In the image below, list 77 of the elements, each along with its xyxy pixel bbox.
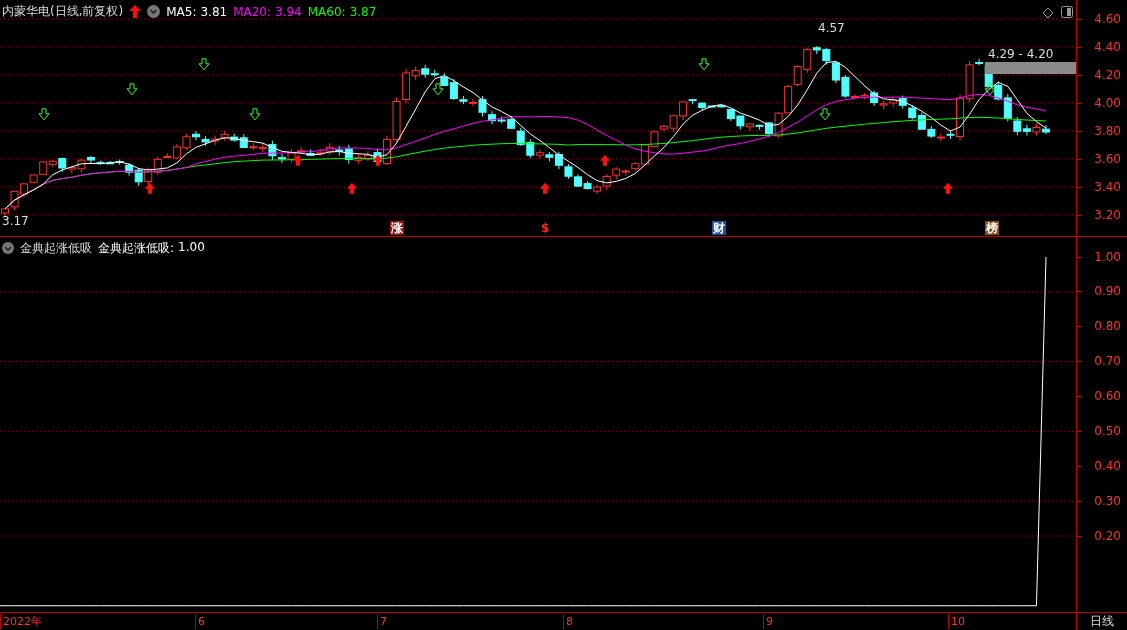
date-axis-label: 7 bbox=[377, 614, 387, 629]
up-arrow-icon bbox=[293, 154, 303, 166]
period-label[interactable]: 日线 bbox=[1076, 613, 1127, 630]
down-arrow-icon bbox=[126, 83, 138, 96]
candlestick bbox=[793, 64, 802, 87]
price-axis-label: 3.60 bbox=[1094, 152, 1121, 166]
candlestick bbox=[516, 127, 525, 147]
date-axis-label: 2022年 bbox=[0, 614, 42, 629]
high-price-label: 4.57 bbox=[818, 21, 845, 35]
ma-label: MA60: bbox=[307, 4, 346, 19]
price-axis-label: 3.20 bbox=[1094, 208, 1121, 222]
up-arrow-icon bbox=[540, 182, 550, 194]
price-range-label: 4.29 - 4.20 bbox=[988, 47, 1054, 61]
candlestick bbox=[144, 166, 153, 187]
candlestick bbox=[898, 95, 907, 110]
up-arrow-icon bbox=[943, 182, 953, 194]
ma-label: MA20: bbox=[233, 4, 272, 19]
indicator-title: 金典起涨低吸 bbox=[20, 239, 92, 257]
indicator-axis-label: 0.20 bbox=[1094, 528, 1121, 543]
stock-title: 内蒙华电(日线,前复权) bbox=[2, 3, 124, 20]
indicator-reading: 1.00 bbox=[178, 239, 205, 256]
event-marker[interactable]: 财 bbox=[712, 221, 726, 235]
event-marker[interactable]: 涨 bbox=[390, 221, 404, 235]
down-arrow-icon bbox=[38, 108, 50, 121]
candlestick bbox=[201, 135, 210, 147]
date-axis-label: 8 bbox=[563, 614, 573, 629]
date-axis-label: 9 bbox=[763, 614, 773, 629]
ma-label: MA5: bbox=[166, 4, 197, 19]
date-axis-label: 10 bbox=[948, 614, 965, 629]
event-marker[interactable]: 榜 bbox=[985, 221, 999, 235]
candlestick bbox=[363, 150, 372, 162]
price-axis-label: 4.60 bbox=[1094, 12, 1121, 26]
down-arrow-icon bbox=[432, 83, 444, 96]
down-arrow-icon bbox=[819, 108, 831, 121]
candlestick bbox=[889, 96, 898, 108]
up-arrow-icon bbox=[347, 182, 357, 194]
chevron-down-icon[interactable] bbox=[2, 242, 14, 255]
ma-value: 3.87 bbox=[349, 4, 377, 19]
price-axis-label: 3.80 bbox=[1094, 124, 1121, 138]
ma-value: 3.81 bbox=[200, 4, 228, 19]
date-axis-label: 6 bbox=[195, 614, 205, 629]
low-price-label: 3.17 bbox=[2, 214, 29, 228]
candlestick bbox=[134, 167, 143, 187]
candlestick bbox=[784, 84, 793, 114]
indicator-reading-label: 金典起涨低吸: bbox=[98, 239, 175, 257]
indicator-axis-label: 0.30 bbox=[1094, 493, 1121, 508]
indicator-axis-label: 0.50 bbox=[1094, 424, 1121, 438]
event-marker[interactable]: $ bbox=[540, 221, 551, 235]
down-arrow-icon bbox=[249, 108, 261, 121]
candlestick bbox=[917, 111, 926, 130]
down-arrow-icon bbox=[698, 58, 710, 71]
indicator-axis-label: 0.70 bbox=[1094, 354, 1121, 369]
indicator-axis-label: 0.60 bbox=[1094, 389, 1121, 404]
up-arrow-icon bbox=[600, 154, 610, 166]
indicator-axis-label: 0.90 bbox=[1094, 284, 1121, 299]
candlestick bbox=[908, 104, 917, 121]
price-axis-label: 4.40 bbox=[1094, 40, 1121, 54]
down-arrow-icon bbox=[984, 83, 996, 96]
ma-value: 3.94 bbox=[275, 4, 302, 19]
candlestick bbox=[831, 60, 840, 84]
indicator-axis-label: 0.40 bbox=[1094, 458, 1121, 473]
candlestick bbox=[211, 135, 220, 146]
price-axis-label: 4.00 bbox=[1094, 96, 1121, 110]
down-arrow-icon bbox=[198, 58, 210, 71]
price-axis-label: 4.20 bbox=[1094, 68, 1121, 82]
candlestick bbox=[220, 130, 229, 142]
chevron-down-icon[interactable] bbox=[147, 5, 161, 18]
panel-toggle-icon[interactable] bbox=[1061, 6, 1073, 18]
candlestick bbox=[564, 163, 573, 180]
price-axis-label: 3.40 bbox=[1094, 180, 1121, 194]
indicator-axis-label: 0.80 bbox=[1094, 319, 1121, 334]
indicator-axis-label: 1.00 bbox=[1094, 249, 1121, 264]
up-arrow-icon bbox=[373, 154, 383, 166]
candlestick bbox=[1032, 122, 1041, 136]
up-arrow-icon bbox=[129, 5, 142, 18]
diamond-icon[interactable] bbox=[1042, 7, 1054, 19]
up-arrow-icon bbox=[145, 182, 155, 194]
